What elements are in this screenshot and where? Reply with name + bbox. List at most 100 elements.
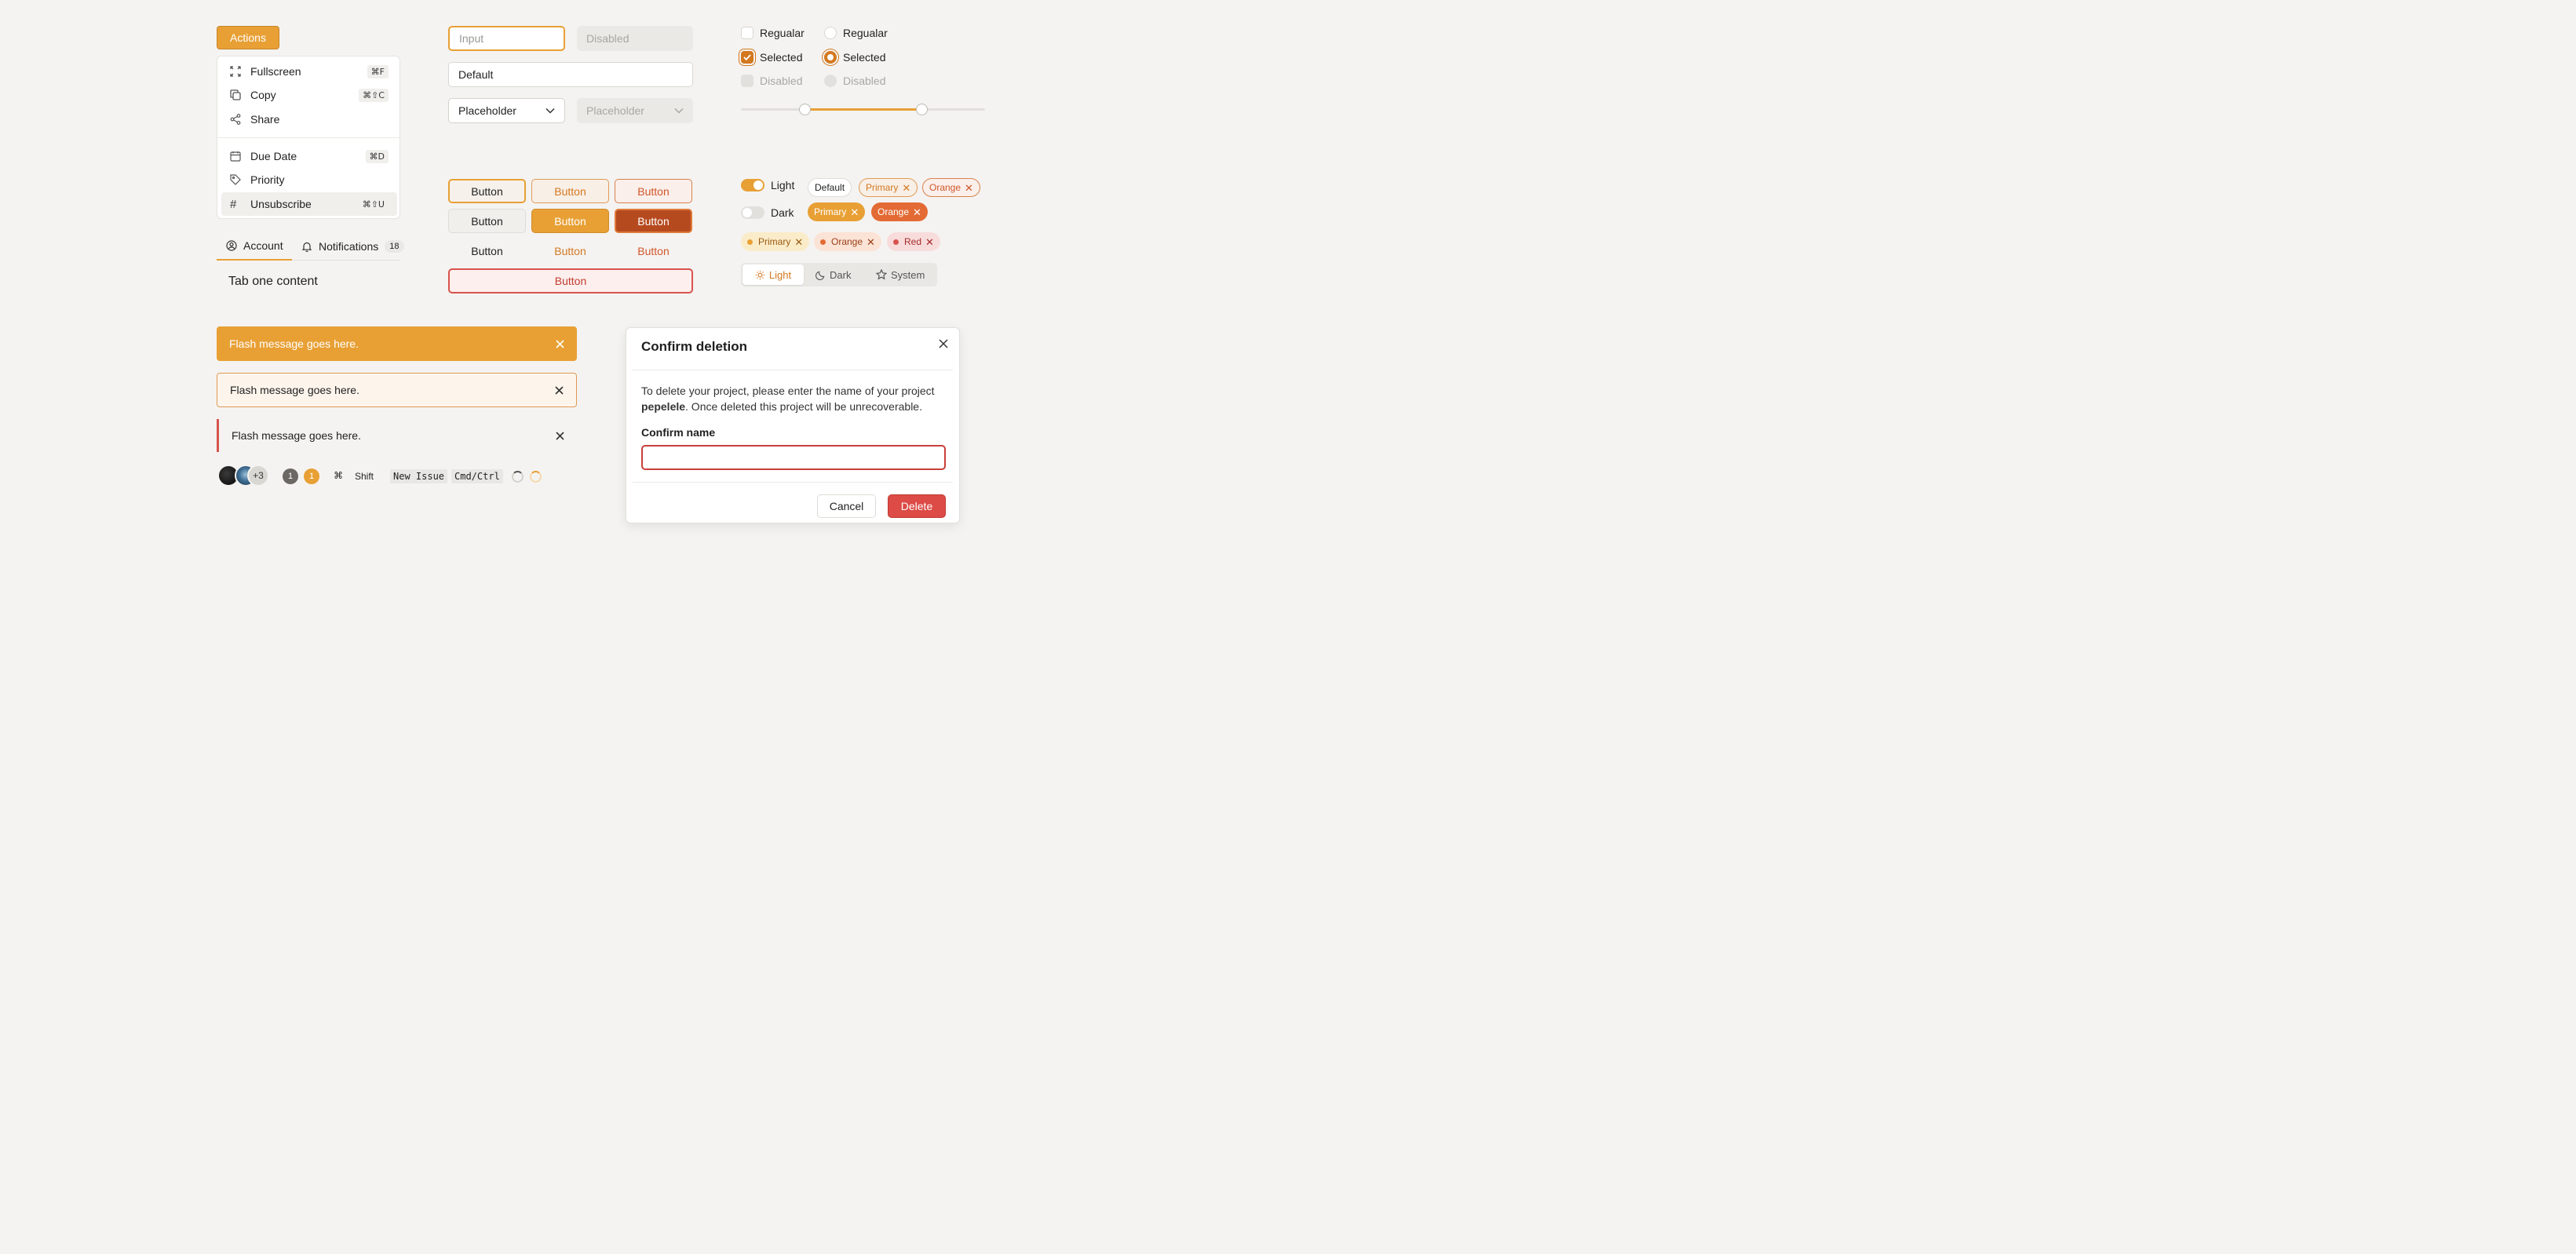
actions-menu: Fullscreen ⌘F Copy ⌘⇧C Share Due Date ⌘D… xyxy=(217,56,400,219)
close-icon[interactable]: ✕ xyxy=(794,237,803,247)
badge-red-dot: Red ✕ xyxy=(887,232,940,251)
select-dropdown[interactable]: Placeholder xyxy=(448,98,565,123)
button-orange-outline[interactable]: Button xyxy=(615,179,692,203)
select-value: Placeholder xyxy=(458,104,516,117)
button-ghost-orange[interactable]: Button xyxy=(615,239,692,263)
moon-icon xyxy=(815,270,830,280)
code-snippet: New Issue xyxy=(390,469,448,483)
shortcut-badge: ⌘⇧C xyxy=(359,88,389,102)
radio-circle[interactable] xyxy=(824,27,837,39)
toggle-dark[interactable]: Dark xyxy=(741,206,794,219)
menu-item-due-date[interactable]: Due Date ⌘D xyxy=(221,144,397,168)
delete-button[interactable]: Delete xyxy=(888,494,946,518)
close-icon[interactable]: ✕ xyxy=(925,237,934,247)
chevron-down-icon xyxy=(674,108,684,114)
confirm-name-input[interactable] xyxy=(641,445,946,470)
badge-label: Orange xyxy=(878,206,910,217)
close-icon[interactable]: ✕ xyxy=(913,207,921,217)
flash-text: Flash message goes here. xyxy=(232,429,361,442)
segment-system[interactable]: System xyxy=(876,264,925,285)
cancel-button[interactable]: Cancel xyxy=(817,494,876,518)
tab-notifications[interactable]: Notifications 18 xyxy=(301,232,404,260)
close-icon[interactable]: ✕ xyxy=(965,183,973,193)
checkbox-selected[interactable]: Selected xyxy=(741,51,802,64)
button-secondary-outline[interactable]: Button xyxy=(448,179,526,203)
segment-label: System xyxy=(891,268,925,281)
checkbox-box xyxy=(741,75,753,87)
button-danger[interactable]: Button xyxy=(448,268,693,293)
button-ghost[interactable]: Button xyxy=(448,239,526,263)
status-dot xyxy=(820,239,826,245)
close-icon[interactable] xyxy=(555,385,564,395)
dialog-text: To delete your project, please enter the… xyxy=(641,385,935,397)
radio-label: Disabled xyxy=(843,75,886,87)
close-icon[interactable] xyxy=(939,339,948,348)
button-primary[interactable]: Button xyxy=(531,209,609,233)
toggle-switch[interactable] xyxy=(741,206,764,219)
close-icon[interactable]: ✕ xyxy=(867,237,875,247)
menu-item-share[interactable]: Share xyxy=(221,108,397,131)
badge-primary-outline: Primary ✕ xyxy=(859,178,918,197)
badge-primary-solid: Primary ✕ xyxy=(808,202,866,221)
radio-selected[interactable]: Selected xyxy=(824,51,885,64)
shift-key: Shift xyxy=(355,471,374,482)
user-circle-icon xyxy=(226,240,243,251)
segment-label: Dark xyxy=(830,268,852,281)
menu-item-label: Unsubscribe xyxy=(250,198,312,210)
badge-label: Primary xyxy=(758,236,791,247)
tab-account[interactable]: Account xyxy=(217,232,292,261)
avatar-overflow-count[interactable]: +3 xyxy=(247,465,269,487)
badge-label: Orange xyxy=(831,236,863,247)
calendar-icon xyxy=(230,151,243,162)
fullscreen-icon xyxy=(230,66,243,77)
check-icon[interactable] xyxy=(741,51,753,64)
tab-content: Tab one content xyxy=(228,275,318,288)
segment-light[interactable]: Light xyxy=(743,264,804,285)
radio-circle[interactable] xyxy=(824,51,837,64)
shortcut-badge: ⌘F xyxy=(367,64,389,78)
button-primary-outline[interactable]: Button xyxy=(531,179,609,203)
toggle-light[interactable]: Light xyxy=(741,179,794,191)
checkbox-box[interactable] xyxy=(741,27,753,39)
badge-label: Red xyxy=(904,236,922,247)
menu-item-label: Priority xyxy=(250,173,285,186)
range-slider-thumb-low[interactable] xyxy=(798,104,811,115)
close-icon[interactable]: ✕ xyxy=(850,207,859,217)
flash-message-danger: Flash message goes here. xyxy=(217,419,577,452)
range-slider-thumb-high[interactable] xyxy=(916,104,929,115)
close-icon[interactable] xyxy=(556,431,564,440)
menu-item-priority[interactable]: Priority xyxy=(221,168,397,191)
menu-divider xyxy=(217,137,400,138)
menu-item-label: Fullscreen xyxy=(250,65,301,78)
toggle-label: Dark xyxy=(771,206,794,219)
checkbox-regular[interactable]: Regualar xyxy=(741,27,805,39)
notification-count-badge: 18 xyxy=(385,239,404,253)
menu-item-copy[interactable]: Copy ⌘⇧C xyxy=(221,83,397,107)
text-input-disabled: Disabled xyxy=(577,26,693,51)
close-icon[interactable]: ✕ xyxy=(902,183,910,193)
close-icon[interactable] xyxy=(556,339,564,348)
copy-icon xyxy=(230,89,243,100)
checkbox-label: Disabled xyxy=(760,75,803,87)
toggle-knob xyxy=(743,208,752,217)
button-ghost-primary[interactable]: Button xyxy=(531,239,609,263)
menu-item-unsubscribe[interactable]: # Unsubscribe ⌘⇧U xyxy=(221,192,397,216)
dialog-title: Confirm deletion xyxy=(641,339,748,354)
checkbox-label: Selected xyxy=(760,51,803,64)
segment-dark[interactable]: Dark xyxy=(815,264,851,285)
toggle-switch[interactable] xyxy=(741,179,764,191)
count-badge-primary: 1 xyxy=(304,468,319,484)
actions-button[interactable]: Actions xyxy=(217,26,279,49)
radio-regular[interactable]: Regualar xyxy=(824,27,888,39)
text-input-focused[interactable]: Input xyxy=(448,26,565,51)
button-secondary[interactable]: Button xyxy=(448,209,526,233)
badge-primary-dot: Primary ✕ xyxy=(741,232,810,251)
toggle-knob xyxy=(753,180,763,190)
star-icon xyxy=(876,269,891,280)
button-orange[interactable]: Button xyxy=(615,209,692,233)
shortcut-badge: ⌘D xyxy=(365,149,389,163)
confirm-deletion-dialog: Confirm deletion To delete your project,… xyxy=(626,327,960,523)
menu-item-fullscreen[interactable]: Fullscreen ⌘F xyxy=(221,60,397,83)
text-input-default[interactable]: Default xyxy=(448,62,693,87)
toggle-label: Light xyxy=(771,179,795,191)
